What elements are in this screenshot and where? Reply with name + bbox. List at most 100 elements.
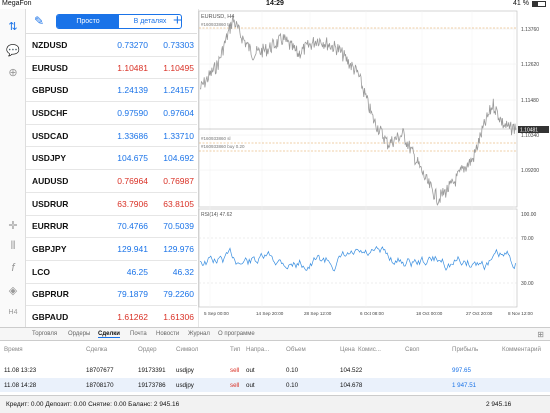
quote-symbol: AUDUSD <box>32 175 69 186</box>
quote-bid: 46.25 <box>126 266 148 277</box>
trades-table: Время Сделка Ордер Символ Тип Напра... Объем Це… <box>0 341 550 401</box>
objects-icon[interactable]: ◈ <box>6 283 20 297</box>
price-tick-label: 1.12620 <box>521 62 539 68</box>
quote-row[interactable]: NZDUSD 0.73270 0.73303 <box>26 34 197 57</box>
date-tick-label: 18 Oct 00:00 <box>416 311 443 316</box>
trade-order: 19173391 <box>138 367 166 374</box>
rsi-tick-label: 70.00 <box>521 236 534 242</box>
quote-bid: 129.941 <box>117 244 148 255</box>
trades-header-cell[interactable]: Прибыль <box>452 346 478 353</box>
current-price-label: 1.10481 <box>520 128 538 134</box>
new-document-icon[interactable]: ⊕ <box>6 65 20 79</box>
timeframe-icon[interactable]: H4 <box>6 305 20 319</box>
battery-percent: 41 % <box>513 0 529 7</box>
quote-ask: 0.76987 <box>163 175 194 186</box>
trade-volume: 0.10 <box>286 367 299 374</box>
tab-5[interactable]: Журнал <box>188 331 210 337</box>
price-chart[interactable]: EURUSD, H4 #160933860 tp #160933860 sl #… <box>198 9 550 327</box>
quote-ask: 70.5039 <box>163 221 194 232</box>
price-tick-label: 1.13760 <box>521 27 539 33</box>
quote-row[interactable]: LCO 46.25 46.32 <box>26 261 197 284</box>
quote-bid: 0.73270 <box>117 39 148 50</box>
quote-row[interactable]: GBPRUR 79.1879 79.2260 <box>26 284 197 307</box>
quote-row[interactable]: USDJPY 104.675 104.692 <box>26 147 197 171</box>
add-symbol-icon[interactable]: + <box>173 12 182 29</box>
trades-header-cell[interactable]: Сделка <box>86 346 107 353</box>
chat-icon[interactable]: 💬 <box>6 43 20 57</box>
tab-3[interactable]: Почта <box>130 331 147 337</box>
trades-header-cell[interactable]: Своп <box>405 346 419 353</box>
rsi-tick-label: 100.00 <box>521 212 537 218</box>
quote-bid: 1.61262 <box>117 312 148 323</box>
trade-price: 104.522 <box>340 367 363 374</box>
trade-row[interactable]: 11.08 13:23 18707677 19173391 usdjpy sell out… <box>0 363 550 377</box>
trades-header-cell[interactable]: Напра... <box>246 346 269 353</box>
trades-header-row: Время Сделка Ордер Символ Тип Напра... Объем Це… <box>0 341 550 359</box>
quote-row[interactable]: GBPAUD 1.61262 1.61306 <box>26 306 197 329</box>
trades-header-cell[interactable]: Тип <box>230 346 240 353</box>
order-sl-label: #160933860 sl <box>201 136 231 141</box>
tab-2[interactable]: Сделки <box>98 331 120 338</box>
quote-symbol: GBPJPY <box>32 244 67 255</box>
trade-row[interactable]: 11.08 14:28 18708170 19173786 usdjpy sell out… <box>0 378 550 392</box>
quote-row[interactable]: USDCHF 0.97590 0.97604 <box>26 102 197 125</box>
crosshair-icon[interactable]: ✛ <box>6 218 20 232</box>
trade-dir: out <box>246 382 255 389</box>
tab-6[interactable]: О программе <box>218 331 255 337</box>
quote-ask: 46.32 <box>172 266 194 277</box>
indicators-icon[interactable]: f <box>6 261 20 275</box>
trade-symbol: usdjpy <box>176 367 194 374</box>
quote-bid: 63.7906 <box>117 198 148 209</box>
price-tick-label: 1.11480 <box>521 98 539 104</box>
trade-profit: 1 947.51 <box>452 382 477 389</box>
quote-row[interactable]: EURUSD 1.10481 1.10495 <box>26 57 197 80</box>
quote-row[interactable]: GBPUSD 1.24139 1.24157 <box>26 79 197 103</box>
quote-row[interactable]: USDRUR 63.7906 63.8105 <box>26 193 197 216</box>
grid-icon[interactable]: ⊞ <box>537 330 544 339</box>
trade-price: 104.678 <box>340 382 363 389</box>
quote-symbol: USDRUR <box>32 198 69 209</box>
quote-symbol: GBPAUD <box>32 312 69 323</box>
quote-row[interactable]: GBPJPY 129.941 129.976 <box>26 238 197 261</box>
trade-order: 19173786 <box>138 382 166 389</box>
quote-ask: 129.976 <box>163 244 194 255</box>
status-bar: MegaFon 14:29 41 % <box>0 0 550 9</box>
quote-ask: 1.24157 <box>163 85 194 96</box>
trades-header-cell[interactable]: Цена <box>340 346 355 353</box>
navigation-column: ⇅ 💬 ⊕ ✛ ⫴ f ◈ H4 <box>0 9 26 327</box>
trades-header-cell[interactable]: Время <box>4 346 23 353</box>
view-mode-switch: Просто В деталях <box>56 14 182 29</box>
trades-header-cell[interactable]: Объем <box>286 346 306 353</box>
mode-simple-button[interactable]: Просто <box>57 15 119 28</box>
quotes-header: ✎ Просто В деталях + <box>26 9 197 34</box>
account-total: 2 945.16 <box>486 401 512 408</box>
terminal-tabs: ⊞ Торговля Ордеры Сделки Почта Новости Журнал… <box>0 327 550 341</box>
quote-symbol: LCO <box>32 266 50 277</box>
quotes-nav-icon[interactable]: ⇅ <box>6 19 20 33</box>
quote-ask: 1.10495 <box>163 62 194 73</box>
trade-deal: 18707677 <box>86 367 114 374</box>
date-tick-label: 5 Sep 00:00 <box>204 311 229 316</box>
date-tick-label: 8 Nov 12:00 <box>508 311 533 316</box>
price-tick-label: 1.10340 <box>521 133 539 139</box>
quote-row[interactable]: USDCAD 1.33686 1.33710 <box>26 125 197 148</box>
tab-4[interactable]: Новости <box>156 331 179 337</box>
tab-0[interactable]: Торговля <box>32 331 57 337</box>
candles-icon[interactable]: ⫴ <box>6 239 20 253</box>
trades-header-cell[interactable]: Ордер <box>138 346 157 353</box>
tab-1[interactable]: Ордеры <box>68 331 90 337</box>
account-summary-text: Кредит: 0.00 Депозит: 0.00 Снятие: 0.00 … <box>6 401 180 408</box>
trade-volume: 0.10 <box>286 382 299 389</box>
mode-detailed-button[interactable]: В деталях <box>119 15 181 28</box>
price-tick-label: 1.09200 <box>521 168 539 174</box>
quotes-panel: ✎ Просто В деталях + NZDUSD 0.73270 0.7330… <box>26 9 197 329</box>
trades-header-cell[interactable]: Символ <box>176 346 198 353</box>
quote-symbol: USDJPY <box>32 153 67 164</box>
trades-header-cell[interactable]: Комис... <box>358 346 381 353</box>
trades-header-cell[interactable]: Комментарий <box>502 346 541 353</box>
rsi-label: RSI(14) 47.62 <box>201 212 232 218</box>
quote-bid: 1.24139 <box>117 85 148 96</box>
edit-icon[interactable]: ✎ <box>34 14 44 28</box>
quote-row[interactable]: EURRUR 70.4766 70.5039 <box>26 216 197 239</box>
quote-row[interactable]: AUDUSD 0.76964 0.76987 <box>26 170 197 193</box>
